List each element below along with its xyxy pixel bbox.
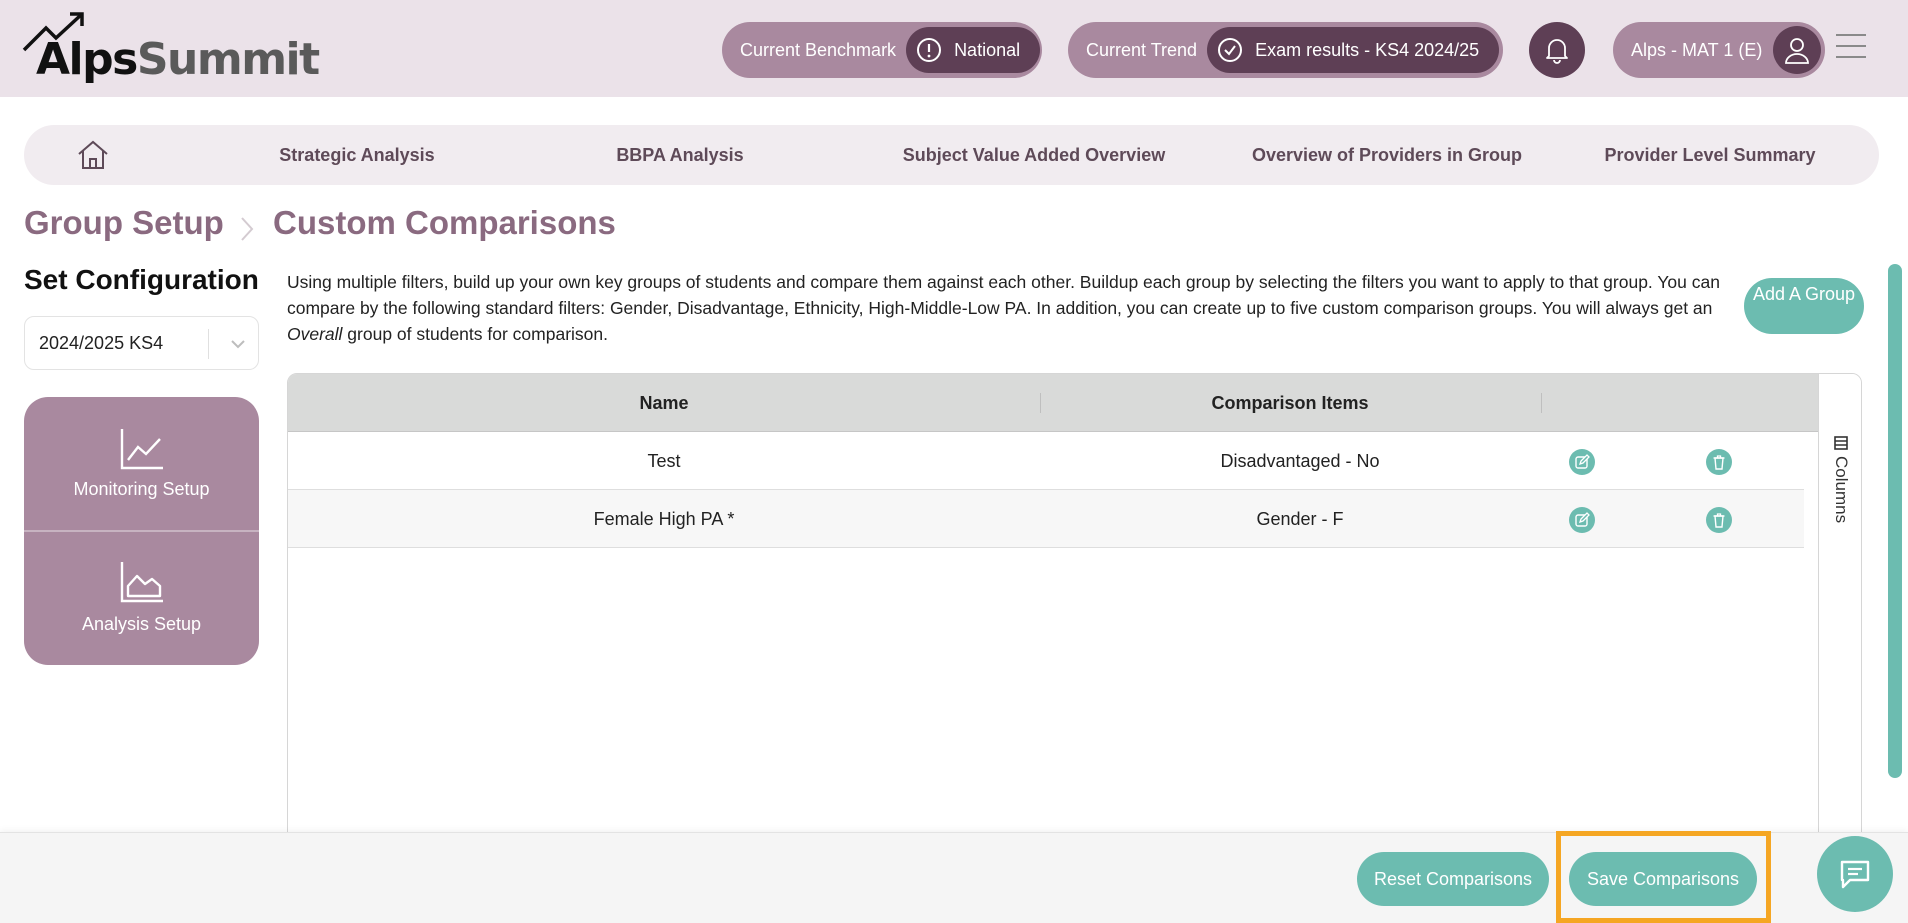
row-comparison-items: Gender - F — [1256, 509, 1344, 529]
nav-strategic-analysis[interactable]: Strategic Analysis — [232, 125, 482, 185]
row-comparison-items: Disadvantaged - No — [1220, 451, 1380, 471]
description-text-2: group of students for comparison. — [342, 324, 608, 344]
line-chart-icon — [120, 429, 163, 470]
edit-icon — [1575, 454, 1590, 469]
main-nav: Strategic Analysis BBPA Analysis Subject… — [24, 125, 1879, 185]
nav-subject-value-added-overview[interactable]: Subject Value Added Overview — [884, 125, 1184, 185]
trend-value: Exam results - KS4 2024/25 — [1255, 39, 1480, 60]
user-icon — [1785, 38, 1809, 64]
nav-overview-of-providers[interactable]: Overview of Providers in Group — [1224, 125, 1550, 185]
notifications-button[interactable] — [1529, 22, 1585, 78]
edit-button[interactable] — [1569, 507, 1595, 533]
nav-provider-level-summary[interactable]: Provider Level Summary — [1580, 125, 1840, 185]
monitoring-setup-label: Monitoring Setup — [73, 479, 210, 499]
year-select-value: 2024/2025 KS4 — [39, 333, 164, 353]
page-scrollbar[interactable] — [1888, 264, 1902, 778]
delete-button[interactable] — [1706, 449, 1732, 475]
columns-label: Columns — [1832, 456, 1851, 524]
comparisons-table: Name Comparison Items Test Disadvantaged… — [287, 373, 1862, 833]
benchmark-selector[interactable]: Current Benchmark National — [722, 22, 1042, 78]
check-circle-icon — [1218, 38, 1243, 62]
avatar[interactable] — [1773, 26, 1821, 74]
highlight-box — [1556, 831, 1771, 923]
set-configuration-title: Set Configuration — [24, 264, 259, 295]
setup-menu: Monitoring Setup Analysis Setup — [24, 397, 259, 665]
benchmark-value-chip[interactable]: National — [906, 27, 1041, 73]
table-row[interactable]: Test Disadvantaged - No — [288, 432, 1804, 490]
columns-icon — [1834, 436, 1848, 450]
table-header: Name Comparison Items — [288, 374, 1818, 432]
delete-button[interactable] — [1706, 507, 1732, 533]
columns-side-panel[interactable]: Columns — [1818, 374, 1861, 832]
column-header-comparison-items[interactable]: Comparison Items — [1040, 374, 1540, 432]
logo-summit: Summit — [136, 34, 320, 85]
hamburger-menu-icon[interactable] — [1836, 34, 1866, 60]
trend-value-chip[interactable]: Exam results - KS4 2024/25 — [1207, 27, 1500, 73]
analysis-setup-label: Analysis Setup — [81, 614, 202, 634]
benchmark-label: Current Benchmark — [740, 39, 897, 60]
description-text-1: Using multiple filters, build up your ow… — [287, 272, 1720, 318]
chevron-right-icon — [241, 217, 254, 241]
description-emphasis: Overall — [287, 324, 343, 344]
edit-icon — [1575, 512, 1590, 527]
page-title: Custom Comparisons — [273, 204, 616, 241]
benchmark-value: National — [954, 39, 1021, 60]
logo-text: AlpsSummit — [36, 38, 320, 82]
reset-comparisons-button[interactable]: Reset Comparisons — [1357, 852, 1549, 906]
select-divider — [208, 329, 209, 359]
edit-button[interactable] — [1569, 449, 1595, 475]
breadcrumb-group-setup[interactable]: Group Setup — [24, 204, 224, 242]
row-name: Test — [647, 451, 681, 471]
home-icon[interactable] — [76, 139, 110, 171]
analysis-setup-button[interactable]: Analysis Setup — [24, 532, 259, 665]
trend-label: Current Trend — [1086, 39, 1198, 60]
page-description: Using multiple filters, build up your ow… — [287, 269, 1727, 347]
add-group-button[interactable]: Add A Group — [1744, 278, 1864, 334]
monitoring-setup-button[interactable]: Monitoring Setup — [24, 397, 259, 531]
year-select[interactable]: 2024/2025 KS4 — [24, 316, 259, 370]
chevron-down-icon[interactable] — [228, 334, 248, 354]
area-chart-icon — [120, 562, 163, 603]
trash-icon — [1713, 513, 1725, 528]
chat-button[interactable] — [1817, 836, 1893, 912]
user-label: Alps - MAT 1 (E) — [1631, 39, 1763, 60]
bell-icon — [1546, 39, 1568, 64]
trend-selector[interactable]: Current Trend Exam results - KS4 2024/25 — [1068, 22, 1503, 78]
column-separator — [1541, 393, 1542, 413]
alps-summit-logo[interactable]: AlpsSummit — [22, 12, 320, 84]
logo-alps: Alps — [36, 34, 138, 85]
nav-bbpa-analysis[interactable]: BBPA Analysis — [580, 125, 780, 185]
alert-circle-icon — [917, 38, 942, 62]
user-menu[interactable]: Alps - MAT 1 (E) — [1613, 22, 1825, 78]
row-name: Female High PA * — [593, 509, 735, 529]
table-row[interactable]: Female High PA * Gender - F — [288, 490, 1804, 548]
column-header-name[interactable]: Name — [288, 374, 1040, 432]
chat-icon — [1840, 860, 1870, 889]
trash-icon — [1713, 455, 1725, 470]
top-header: AlpsSummit Current Benchmark National Cu… — [0, 0, 1908, 97]
